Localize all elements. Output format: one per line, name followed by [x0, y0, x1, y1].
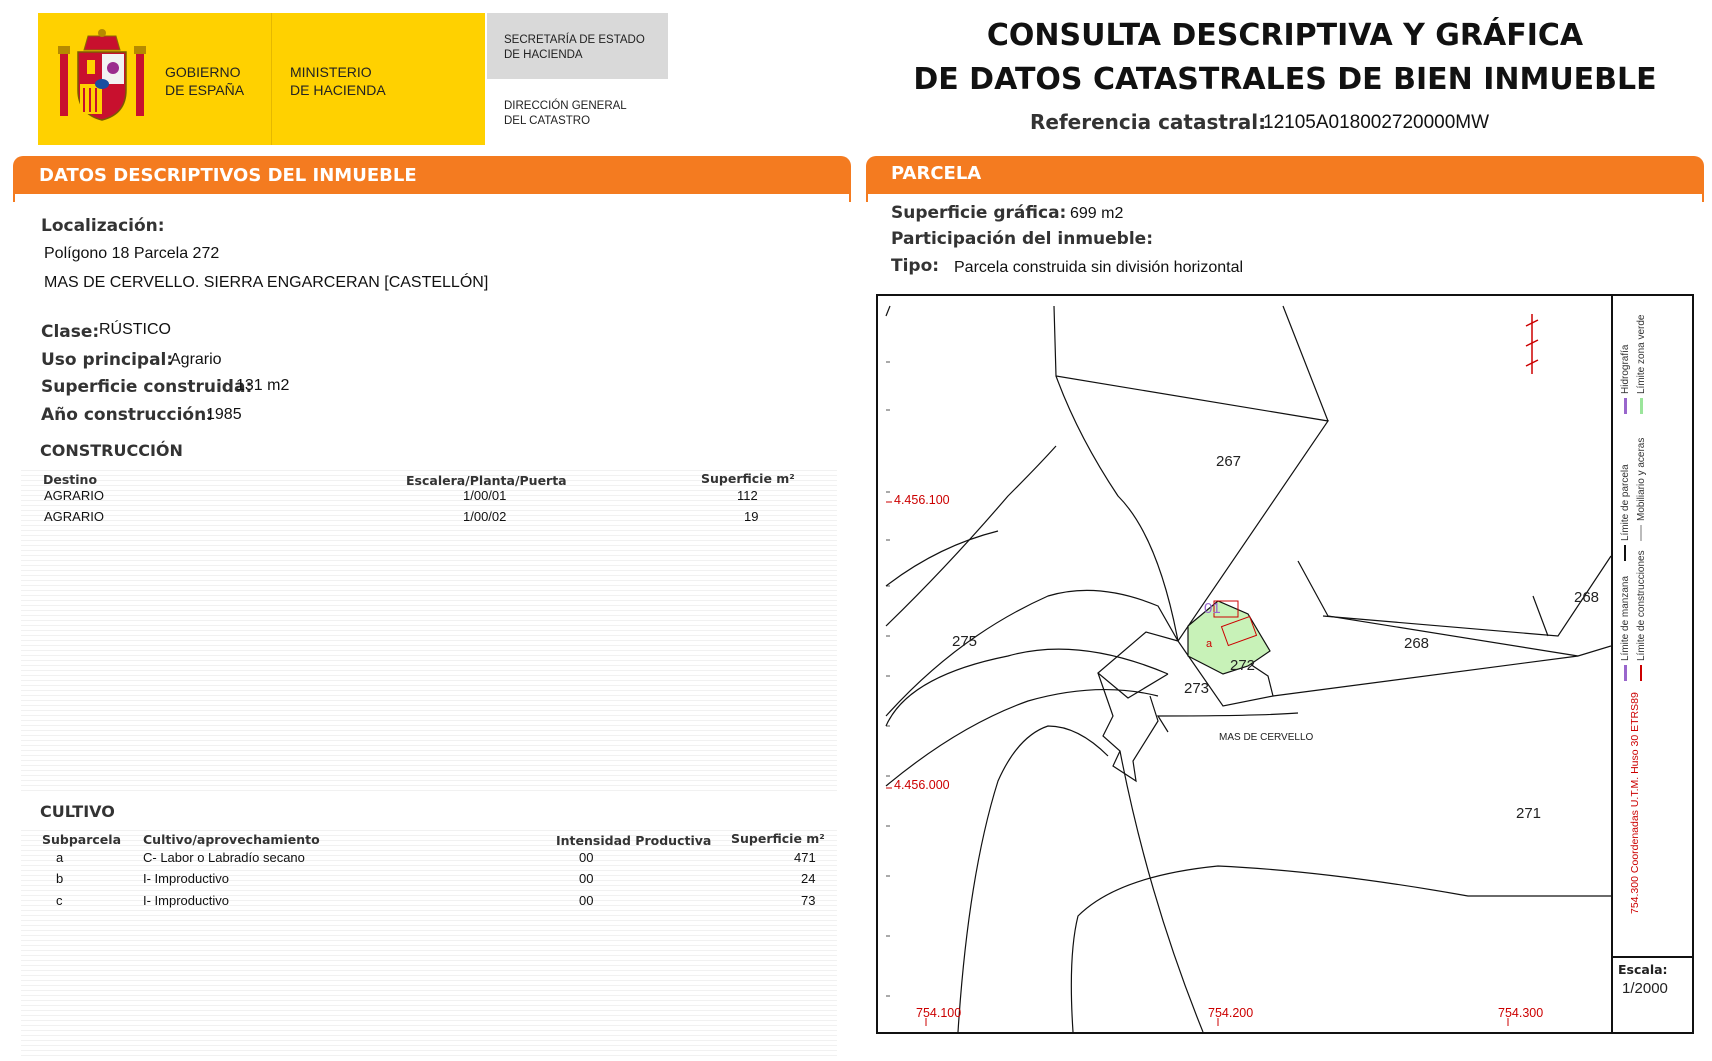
parcela-section-title: PARCELA: [891, 163, 982, 184]
parcel-272-fill: [1187, 600, 1271, 675]
table-row-subparcela: c: [56, 893, 63, 908]
anio-label: Año construcción:: [41, 405, 214, 425]
col-escalera: Escalera/Planta/Puerta: [406, 473, 567, 488]
logo-divider: [271, 13, 272, 145]
table-row-intensidad: 00: [579, 850, 594, 865]
coord-x-label: 754.300: [1498, 1006, 1544, 1020]
col-cultivo: Cultivo/aprovechamiento: [143, 832, 320, 847]
scale-divider: [1613, 956, 1692, 958]
table-row-subparcela: b: [56, 871, 64, 886]
table-row-superficie: 73: [801, 893, 816, 908]
table-row-escalera: 1/00/02: [463, 509, 507, 524]
col-superficie: Superficie m²: [701, 471, 795, 486]
escala-value: 1/2000: [1622, 980, 1668, 997]
superficie-construida-value: 131 m2: [236, 377, 290, 394]
legend-zona-verde: Límite zona verde: [1636, 314, 1647, 394]
localizacion-line2: MAS DE CERVELLO. SIERRA ENGARCERAN [CAST…: [44, 274, 489, 291]
col-destino: Destino: [43, 472, 98, 487]
parcel-number: 268: [1404, 635, 1430, 652]
anio-value: 1985: [206, 406, 242, 423]
svg-text:754.300 Coordenadas U.T.M. Hus: 754.300 Coordenadas U.T.M. Huso 30 ETRS8…: [1629, 692, 1641, 914]
table-row-destino: AGRARIO: [44, 488, 104, 503]
col-subparcela: Subparcela: [42, 832, 122, 847]
table-row-intensidad: 00: [579, 893, 594, 908]
clase-label: Clase:: [41, 322, 100, 342]
datos-section-title: DATOS DESCRIPTIVOS DEL INMUEBLE: [39, 165, 417, 186]
legend-coords: Coordenadas U.T.M. Huso 30 ETRS89: [1629, 692, 1641, 873]
parcela-section-header: PARCELA: [866, 156, 1704, 202]
cultivo-title: CULTIVO: [40, 802, 115, 821]
construccion-title: CONSTRUCCIÓN: [40, 441, 183, 460]
secretaria-label: SECRETARÍA DE ESTADO DE HACIENDA: [504, 34, 645, 61]
parcel-number: 267: [1216, 453, 1242, 470]
page-title: CONSULTA DESCRIPTIVA Y GRÁFICA DE DATOS …: [913, 18, 1657, 97]
table-row-superficie: 19: [744, 509, 759, 524]
legend-construcciones: Límite de construcciones: [1636, 550, 1647, 661]
table-row-cultivo: I- Improductivo: [143, 893, 229, 908]
coord-y-label: 4.456.100: [894, 493, 950, 507]
coord-x-label: 754.100: [916, 1006, 962, 1020]
legend: Hidrografía Límite zona verde Límite de …: [1620, 314, 1647, 914]
table-row-superficie: 112: [737, 488, 758, 503]
legend-hidrografia: Hidrografía: [1620, 344, 1631, 394]
coord-y-label: 4.456.000: [894, 778, 950, 792]
legend-divider: [1611, 296, 1613, 1032]
cultivo-table: Subparcela Cultivo/aprovechamiento Inten…: [21, 826, 837, 1058]
parcel-number: 275: [952, 633, 978, 650]
tipo-label: Tipo:: [891, 256, 940, 276]
table-row-intensidad: 00: [579, 871, 594, 886]
coat-of-arms-icon: [58, 29, 146, 121]
table-row-cultivo: I- Improductivo: [143, 871, 229, 886]
legend-mobiliario: Mobiliario y aceras: [1636, 438, 1647, 521]
col-superficie: Superficie m²: [731, 831, 825, 846]
construccion-table: Destino Escalera/Planta/Puerta Superfici…: [21, 466, 837, 792]
place-name: MAS DE CERVELLO: [1219, 732, 1314, 743]
direccion-label: DIRECCIÓN GENERAL DEL CATASTRO: [504, 100, 627, 127]
col-intensidad: Intensidad Productiva: [556, 833, 712, 848]
datos-section-header: DATOS DESCRIPTIVOS DEL INMUEBLE: [13, 156, 851, 202]
table-row-subparcela: a: [56, 850, 64, 865]
parcel-number: 271: [1516, 805, 1542, 822]
ministerio-label: MINISTERIO DE HACIENDA: [290, 64, 386, 98]
tipo-value: Parcela construida sin división horizont…: [954, 259, 1244, 276]
table-row-destino: AGRARIO: [44, 509, 104, 524]
localizacion-label: Localización:: [41, 216, 165, 236]
referencia-value: 12105A018002720000MW: [1263, 112, 1490, 133]
superficie-grafica-value: 699 m2: [1070, 205, 1124, 222]
parcel-number: 272: [1230, 657, 1256, 674]
legend-manzana: Límite de manzana: [1620, 576, 1631, 661]
uso-label: Uso principal:: [41, 350, 174, 370]
referencia-label: Referencia catastral:: [1030, 110, 1267, 134]
parcel-number: 273: [1184, 680, 1210, 697]
escala-label: Escala:: [1618, 962, 1668, 977]
clase-value: RÚSTICO: [99, 321, 171, 338]
table-row-cultivo: C- Labor o Labradío secano: [143, 850, 305, 865]
table-row-superficie: 24: [801, 871, 816, 886]
localizacion-line1: Polígono 18 Parcela 272: [44, 245, 220, 262]
legend-coords-prefix: 754.300: [1629, 876, 1641, 914]
coord-x-label: 754.200: [1208, 1006, 1254, 1020]
table-row-escalera: 1/00/01: [463, 488, 507, 503]
superficie-grafica-label: Superficie gráfica:: [891, 203, 1067, 223]
table-row-superficie: 471: [794, 850, 816, 865]
parcel-number: 268: [1574, 589, 1600, 606]
svg-text:a: a: [1206, 638, 1213, 650]
gobierno-label: GOBIERNO DE ESPAÑA: [165, 64, 245, 98]
superficie-construida-label: Superficie construida:: [41, 377, 253, 397]
svg-text:01: 01: [1204, 600, 1221, 617]
participacion-label: Participación del inmueble:: [891, 229, 1154, 249]
legend-parcela: Límite de parcela: [1620, 464, 1631, 541]
uso-value: Agrario: [170, 351, 222, 368]
cadastral-map[interactable]: 01 a 267 268 268 275 272 273 271 MAS DE …: [876, 294, 1694, 1034]
